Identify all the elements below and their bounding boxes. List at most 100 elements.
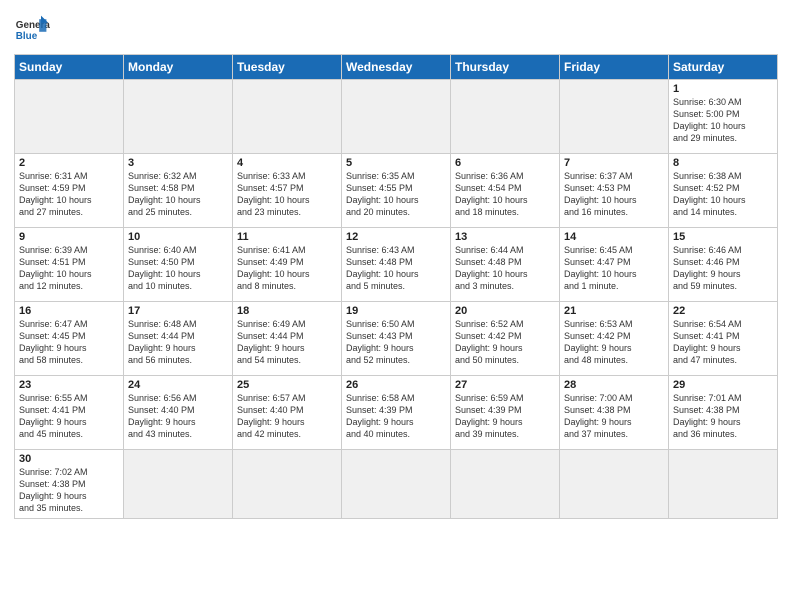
day-number: 18 (237, 305, 337, 317)
calendar-cell: 17Sunrise: 6:48 AM Sunset: 4:44 PM Dayli… (124, 302, 233, 376)
weekday-header-sunday: Sunday (15, 55, 124, 80)
calendar-cell (342, 80, 451, 154)
day-number: 2 (19, 157, 119, 169)
day-number: 25 (237, 379, 337, 391)
day-info: Sunrise: 6:56 AM Sunset: 4:40 PM Dayligh… (128, 392, 228, 441)
calendar-cell: 16Sunrise: 6:47 AM Sunset: 4:45 PM Dayli… (15, 302, 124, 376)
calendar-cell: 10Sunrise: 6:40 AM Sunset: 4:50 PM Dayli… (124, 228, 233, 302)
calendar-cell (451, 450, 560, 519)
day-info: Sunrise: 6:37 AM Sunset: 4:53 PM Dayligh… (564, 170, 664, 219)
calendar-cell: 26Sunrise: 6:58 AM Sunset: 4:39 PM Dayli… (342, 376, 451, 450)
calendar-week-row: 16Sunrise: 6:47 AM Sunset: 4:45 PM Dayli… (15, 302, 778, 376)
day-number: 26 (346, 379, 446, 391)
day-number: 30 (19, 453, 119, 465)
day-info: Sunrise: 6:30 AM Sunset: 5:00 PM Dayligh… (673, 96, 773, 145)
calendar-cell (233, 80, 342, 154)
day-info: Sunrise: 6:41 AM Sunset: 4:49 PM Dayligh… (237, 244, 337, 293)
day-info: Sunrise: 6:55 AM Sunset: 4:41 PM Dayligh… (19, 392, 119, 441)
calendar-cell: 12Sunrise: 6:43 AM Sunset: 4:48 PM Dayli… (342, 228, 451, 302)
calendar-cell: 7Sunrise: 6:37 AM Sunset: 4:53 PM Daylig… (560, 154, 669, 228)
calendar-cell: 9Sunrise: 6:39 AM Sunset: 4:51 PM Daylig… (15, 228, 124, 302)
calendar-cell (669, 450, 778, 519)
calendar-cell (233, 450, 342, 519)
day-number: 9 (19, 231, 119, 243)
day-info: Sunrise: 6:46 AM Sunset: 4:46 PM Dayligh… (673, 244, 773, 293)
day-info: Sunrise: 6:48 AM Sunset: 4:44 PM Dayligh… (128, 318, 228, 367)
day-number: 8 (673, 157, 773, 169)
calendar-cell: 24Sunrise: 6:56 AM Sunset: 4:40 PM Dayli… (124, 376, 233, 450)
calendar-cell: 6Sunrise: 6:36 AM Sunset: 4:54 PM Daylig… (451, 154, 560, 228)
day-info: Sunrise: 6:47 AM Sunset: 4:45 PM Dayligh… (19, 318, 119, 367)
calendar-cell (342, 450, 451, 519)
day-number: 22 (673, 305, 773, 317)
day-number: 11 (237, 231, 337, 243)
day-info: Sunrise: 6:52 AM Sunset: 4:42 PM Dayligh… (455, 318, 555, 367)
day-info: Sunrise: 6:38 AM Sunset: 4:52 PM Dayligh… (673, 170, 773, 219)
calendar-cell (560, 450, 669, 519)
header: General Blue (14, 12, 778, 48)
calendar-week-row: 30Sunrise: 7:02 AM Sunset: 4:38 PM Dayli… (15, 450, 778, 519)
day-number: 17 (128, 305, 228, 317)
day-info: Sunrise: 6:58 AM Sunset: 4:39 PM Dayligh… (346, 392, 446, 441)
day-info: Sunrise: 6:50 AM Sunset: 4:43 PM Dayligh… (346, 318, 446, 367)
day-info: Sunrise: 6:49 AM Sunset: 4:44 PM Dayligh… (237, 318, 337, 367)
weekday-header-saturday: Saturday (669, 55, 778, 80)
day-info: Sunrise: 6:33 AM Sunset: 4:57 PM Dayligh… (237, 170, 337, 219)
day-number: 13 (455, 231, 555, 243)
day-number: 28 (564, 379, 664, 391)
calendar-cell: 14Sunrise: 6:45 AM Sunset: 4:47 PM Dayli… (560, 228, 669, 302)
day-info: Sunrise: 6:32 AM Sunset: 4:58 PM Dayligh… (128, 170, 228, 219)
calendar-cell: 5Sunrise: 6:35 AM Sunset: 4:55 PM Daylig… (342, 154, 451, 228)
day-number: 10 (128, 231, 228, 243)
day-number: 1 (673, 83, 773, 95)
calendar-cell (451, 80, 560, 154)
day-info: Sunrise: 6:43 AM Sunset: 4:48 PM Dayligh… (346, 244, 446, 293)
day-info: Sunrise: 6:39 AM Sunset: 4:51 PM Dayligh… (19, 244, 119, 293)
weekday-header-row: SundayMondayTuesdayWednesdayThursdayFrid… (15, 55, 778, 80)
day-info: Sunrise: 6:53 AM Sunset: 4:42 PM Dayligh… (564, 318, 664, 367)
calendar-cell: 11Sunrise: 6:41 AM Sunset: 4:49 PM Dayli… (233, 228, 342, 302)
calendar-cell: 22Sunrise: 6:54 AM Sunset: 4:41 PM Dayli… (669, 302, 778, 376)
day-info: Sunrise: 6:31 AM Sunset: 4:59 PM Dayligh… (19, 170, 119, 219)
calendar-cell: 21Sunrise: 6:53 AM Sunset: 4:42 PM Dayli… (560, 302, 669, 376)
day-info: Sunrise: 6:36 AM Sunset: 4:54 PM Dayligh… (455, 170, 555, 219)
calendar-week-row: 23Sunrise: 6:55 AM Sunset: 4:41 PM Dayli… (15, 376, 778, 450)
calendar-cell: 20Sunrise: 6:52 AM Sunset: 4:42 PM Dayli… (451, 302, 560, 376)
day-info: Sunrise: 6:45 AM Sunset: 4:47 PM Dayligh… (564, 244, 664, 293)
calendar-cell: 23Sunrise: 6:55 AM Sunset: 4:41 PM Dayli… (15, 376, 124, 450)
day-number: 27 (455, 379, 555, 391)
weekday-header-friday: Friday (560, 55, 669, 80)
calendar-cell: 19Sunrise: 6:50 AM Sunset: 4:43 PM Dayli… (342, 302, 451, 376)
day-number: 16 (19, 305, 119, 317)
day-number: 29 (673, 379, 773, 391)
day-info: Sunrise: 6:59 AM Sunset: 4:39 PM Dayligh… (455, 392, 555, 441)
day-number: 24 (128, 379, 228, 391)
day-number: 23 (19, 379, 119, 391)
calendar-cell (124, 450, 233, 519)
calendar-cell: 4Sunrise: 6:33 AM Sunset: 4:57 PM Daylig… (233, 154, 342, 228)
day-number: 7 (564, 157, 664, 169)
calendar-cell: 18Sunrise: 6:49 AM Sunset: 4:44 PM Dayli… (233, 302, 342, 376)
day-number: 20 (455, 305, 555, 317)
calendar-cell: 2Sunrise: 6:31 AM Sunset: 4:59 PM Daylig… (15, 154, 124, 228)
day-number: 19 (346, 305, 446, 317)
calendar-cell: 15Sunrise: 6:46 AM Sunset: 4:46 PM Dayli… (669, 228, 778, 302)
calendar-cell: 30Sunrise: 7:02 AM Sunset: 4:38 PM Dayli… (15, 450, 124, 519)
day-info: Sunrise: 6:44 AM Sunset: 4:48 PM Dayligh… (455, 244, 555, 293)
day-info: Sunrise: 7:01 AM Sunset: 4:38 PM Dayligh… (673, 392, 773, 441)
page-container: General Blue SundayMondayTuesdayWednesda… (0, 0, 792, 527)
calendar-week-row: 2Sunrise: 6:31 AM Sunset: 4:59 PM Daylig… (15, 154, 778, 228)
day-number: 15 (673, 231, 773, 243)
weekday-header-thursday: Thursday (451, 55, 560, 80)
calendar-cell: 1Sunrise: 6:30 AM Sunset: 5:00 PM Daylig… (669, 80, 778, 154)
calendar-cell: 28Sunrise: 7:00 AM Sunset: 4:38 PM Dayli… (560, 376, 669, 450)
day-number: 21 (564, 305, 664, 317)
day-info: Sunrise: 7:00 AM Sunset: 4:38 PM Dayligh… (564, 392, 664, 441)
weekday-header-wednesday: Wednesday (342, 55, 451, 80)
calendar-cell: 8Sunrise: 6:38 AM Sunset: 4:52 PM Daylig… (669, 154, 778, 228)
day-info: Sunrise: 7:02 AM Sunset: 4:38 PM Dayligh… (19, 466, 119, 515)
weekday-header-tuesday: Tuesday (233, 55, 342, 80)
calendar-cell (15, 80, 124, 154)
day-number: 3 (128, 157, 228, 169)
day-number: 5 (346, 157, 446, 169)
